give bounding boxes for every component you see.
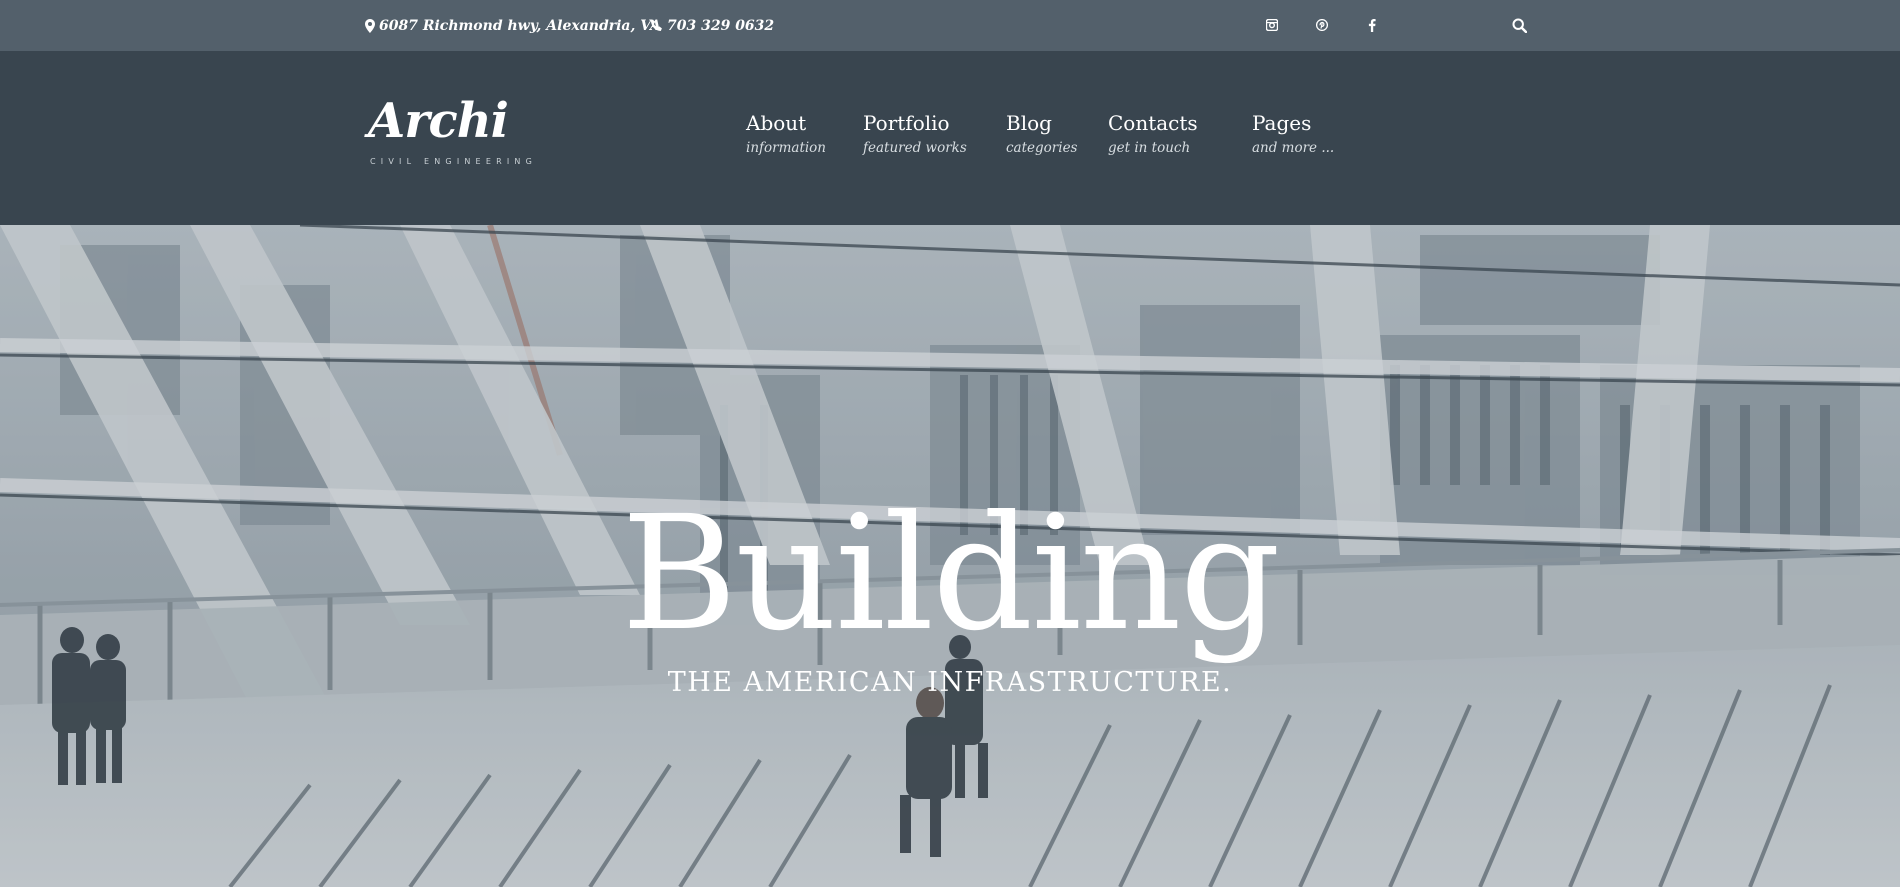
hero-subtitle: THE AMERICAN INFRASTRUCTURE. [667, 667, 1233, 698]
nav-item-portfolio[interactable]: Portfolio featured works [863, 110, 967, 158]
nav-item-label: Blog [1006, 111, 1052, 135]
nav-item-blog[interactable]: Blog categories [1006, 110, 1077, 158]
nav-item-sublabel: information [746, 140, 827, 156]
nav-item-sublabel: categories [1006, 140, 1078, 156]
nav-item-label: Pages [1252, 111, 1312, 135]
address: 6087 Richmond hwy, Alexandria, VA [365, 0, 661, 51]
instagram-icon[interactable] [1262, 15, 1282, 35]
nav-item-pages[interactable]: Pages and more ... [1252, 110, 1334, 158]
nav-item-contacts[interactable]: Contacts get in touch [1108, 110, 1198, 158]
pinterest-icon[interactable] [1312, 15, 1332, 35]
nav-item-sublabel: and more ... [1252, 140, 1335, 156]
phone-icon [650, 19, 663, 32]
logo-tagline: CIVIL ENGINEERING [370, 157, 537, 166]
map-marker-icon [365, 18, 375, 33]
nav-item-about[interactable]: About information [746, 110, 826, 158]
facebook-icon[interactable] [1362, 15, 1382, 35]
nav-item-sublabel: get in touch [1108, 140, 1191, 156]
phone: 703 329 0632 [650, 0, 774, 51]
address-text: 6087 Richmond hwy, Alexandria, VA [379, 17, 661, 34]
nav-item-label: Contacts [1108, 111, 1198, 135]
hero-section: Building THE AMERICAN INFRASTRUCTURE. [0, 225, 1900, 887]
top-bar: 6087 Richmond hwy, Alexandria, VA 703 32… [0, 0, 1900, 51]
phone-text: 703 329 0632 [667, 17, 775, 34]
site-logo[interactable]: Archi CIVIL ENGINEERING [368, 91, 538, 171]
nav-item-sublabel: featured works [863, 140, 967, 156]
nav-item-label: Portfolio [863, 111, 950, 135]
nav-item-label: About [746, 111, 807, 135]
hero-title: Building [621, 482, 1281, 666]
main-header: Archi CIVIL ENGINEERING About informatio… [0, 51, 1900, 225]
search-icon[interactable] [1508, 14, 1530, 36]
logo-wordmark: Archi [368, 93, 509, 149]
